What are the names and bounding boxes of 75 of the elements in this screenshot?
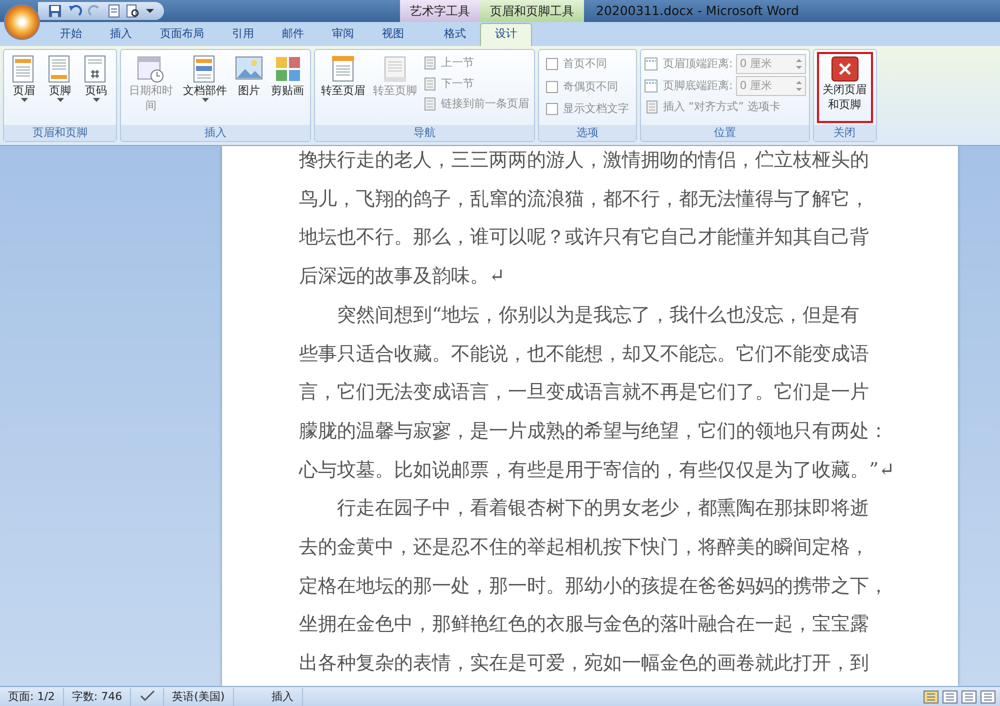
go-to-header-icon: [329, 55, 357, 83]
group-label: 位置: [641, 125, 809, 141]
document-text-line: 朦胧的温馨与寂寥，是一片成熟的希望与绝望，它们的领地只有两处：: [299, 418, 889, 444]
ribbon-button[interactable]: 剪贴画: [268, 52, 307, 123]
document-text-line: 心与坟墓。比如说邮票，有些是用于寄信的，有些仅仅是为了收藏。”↵: [299, 458, 896, 483]
section-icon: [424, 97, 438, 112]
document-text-line: 行走在园子中，看着银杏树下的男女老少，都熏陶在那抹即将逝: [336, 496, 870, 522]
proofing-icon: [139, 690, 156, 702]
section-icon: [424, 56, 438, 70]
document-text-line: 突然间想到“地坛，你别以为是我忘了，我什么也没忘，但是有: [336, 302, 861, 328]
margin-icon: [644, 57, 660, 71]
dropdown-icon: [146, 8, 154, 14]
document-text-line: 去的金黄中，还是忍不住的举起相机按下快门，将醉美的瞬间定格，: [299, 535, 870, 560]
ribbon-tab[interactable]: 设计: [480, 22, 532, 46]
ribbon-button[interactable]: 页码: [79, 52, 113, 123]
group-label: 关闭: [814, 125, 876, 141]
section-icon: [646, 100, 660, 114]
document-text-line: 出各种复杂的表情，实在是可爱，宛如一幅金色的画卷就此打开，到: [299, 651, 870, 676]
spin-label: 页眉顶端距离:: [663, 56, 733, 72]
document-text-line: 言，它们无法变成语言，一旦变成语言就不再是它们了。它们是一片: [299, 380, 870, 406]
group-label: 选项: [539, 125, 636, 141]
calendar-clock-icon: [137, 55, 165, 83]
checkbox-label: 奇偶页不同: [563, 78, 618, 94]
insert-mode: 插入: [264, 688, 303, 706]
checkbox-label: 首页不同: [563, 56, 607, 72]
margin-icon: [644, 79, 660, 93]
document-text-line: 后深远的故事及韵味。↵: [299, 264, 506, 290]
web-layout-icon: [961, 690, 977, 704]
ribbon-button[interactable]: 页脚: [43, 52, 77, 123]
ribbon-tab[interactable]: 页面布局: [146, 24, 218, 46]
ribbon-tab[interactable]: 审阅: [318, 24, 368, 46]
go-to-footer-icon: [381, 55, 409, 83]
ribbon-tab[interactable]: 插入: [96, 24, 146, 46]
print-preview-icon: [126, 4, 140, 18]
checkbox[interactable]: [546, 58, 558, 70]
outline-icon: [980, 690, 996, 704]
page-count: 页面: 1/2: [0, 688, 64, 706]
ribbon-button[interactable]: 转至页眉: [318, 52, 368, 123]
checkbox-label: 显示文档文字: [563, 101, 629, 117]
spin-label: 页脚底端距离:: [663, 78, 733, 94]
group-label: 导航: [315, 125, 534, 141]
word-count: 字数: 746: [64, 688, 132, 706]
context-tab-label: 艺术字工具: [400, 0, 480, 22]
document-text-line: 定格在地坛的那一处，那一时。那幼小的孩提在爸爸妈妈的携带之下，: [299, 574, 889, 599]
ribbon-button[interactable]: 文档部件: [180, 52, 230, 123]
window-title: 20200311.docx - Microsoft Word: [596, 2, 799, 20]
context-tab-label: 页眉和页脚工具: [480, 0, 584, 22]
section-icon: [424, 76, 438, 91]
ribbon-button[interactable]: 页眉: [7, 52, 41, 123]
ribbon-tab[interactable]: 引用: [218, 24, 268, 46]
document-icon: [108, 4, 120, 18]
document-text-line: 鸟儿，飞翔的鸽子，乱窜的流浪猫，都不行，都无法懂得与了解它，: [299, 186, 870, 212]
language-status: 英语(美国): [164, 688, 234, 706]
reading-layout-icon: [942, 690, 958, 704]
close-header-footer-button[interactable]: 关闭页眉和页脚: [816, 52, 873, 123]
group-label: 页眉和页脚: [4, 125, 116, 141]
undo-icon: [68, 4, 82, 18]
print-layout-icon: [923, 690, 939, 704]
ribbon-button[interactable]: 图片: [232, 52, 266, 123]
checkbox[interactable]: [546, 103, 558, 116]
spin-arrows-icon: [796, 80, 802, 92]
ribbon-tab[interactable]: 格式: [430, 24, 480, 46]
spin-arrows-icon: [796, 58, 802, 70]
document-text-line: 搀扶行走的老人，三三两两的游人，激情拥吻的情侣，伫立枝桠头的: [299, 148, 870, 173]
close-icon: [830, 56, 859, 82]
ribbon-tab[interactable]: 视图: [368, 24, 418, 46]
document-text-line: 地坛也不行。那么，谁可以呢？或许只有它自己才能懂并知其自己背: [299, 225, 870, 250]
document-text-line: 坐拥在金色中，那鲜艳红色的衣服与金色的落叶融合在一起，宝宝露: [299, 612, 870, 638]
save-icon: [48, 4, 62, 18]
checkbox[interactable]: [546, 80, 558, 93]
ribbon-tab[interactable]: 开始: [46, 24, 96, 46]
group-label: 插入: [121, 125, 310, 141]
document-text-line: 些事只适合收藏。不能说，也不能想，却又不能忘。它们不能变成语: [299, 342, 870, 367]
clip-art-icon: [274, 55, 302, 83]
ribbon-tab[interactable]: 邮件: [268, 24, 318, 46]
